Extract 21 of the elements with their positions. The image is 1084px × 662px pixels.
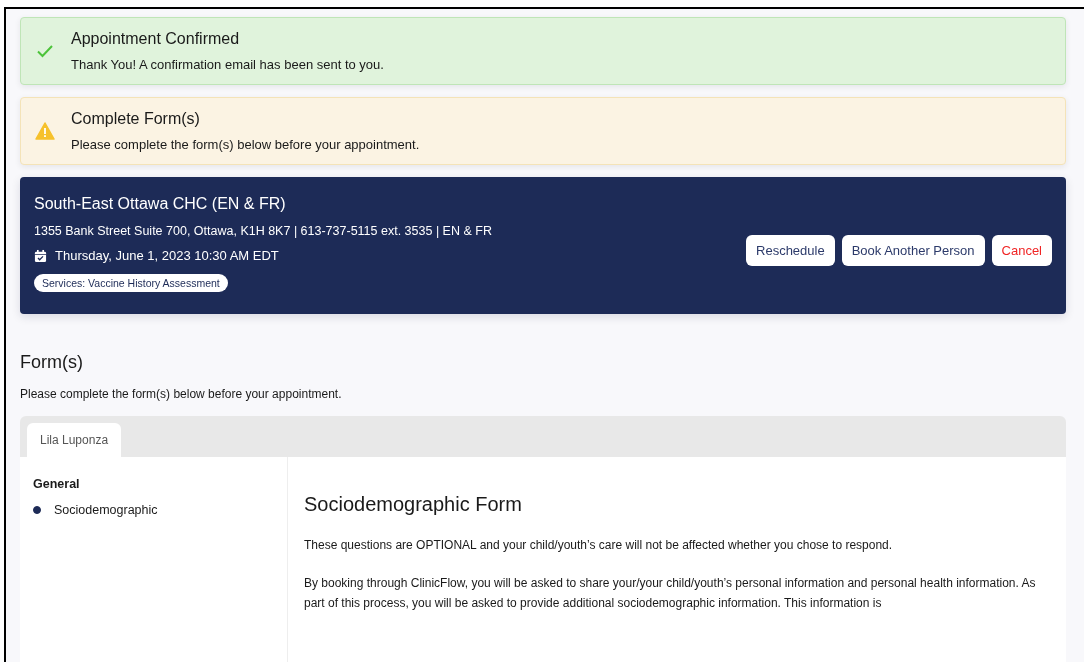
alert-message: Please complete the form(s) below before your appointment.: [71, 137, 420, 152]
alert-title: Appointment Confirmed: [71, 30, 241, 48]
section-heading: Form(s): [20, 352, 84, 373]
form-paragraph: By booking through ClinicFlow, you will be asked to share your/your child/youth’s personal information and personal health information. As part of this process, you will be asked to provide additional sociodemographic information. This information is: [304, 575, 1037, 612]
action-button[interactable]: Reschedule: [746, 235, 835, 266]
warning-icon: [35, 121, 55, 141]
form-title: Sociodemographic Form: [304, 493, 523, 516]
alert-message: Thank You! A confirmation email has been sent to you.: [71, 57, 384, 72]
person-tab[interactable]: Lila Luponza: [27, 423, 122, 457]
services-badge: Services: Vaccine History Assessment: [34, 274, 228, 292]
action-button[interactable]: Book Another Person: [841, 235, 985, 266]
action-button[interactable]: Cancel: [991, 235, 1052, 266]
form-paragraph: These questions are OPTIONAL and your child/youth’s care will not be affected whether you chose to respond.: [304, 537, 894, 554]
section-subtitle: Please complete the form(s) below before your appointment.: [20, 387, 343, 401]
appointment-datetime: Thursday, June 1, 2023 10:30 AM EDT: [55, 248, 279, 263]
calendar-check-icon: [34, 248, 47, 263]
clinic-name: South-East Ottawa CHC (EN & FR): [34, 195, 287, 213]
sidebar-item[interactable]: Sociodemographic: [54, 503, 158, 517]
clinic-address: 1355 Bank Street Suite 700, Ottawa, K1H 8K7 | 613-737-5115 ext. 3535 | EN & FR: [34, 224, 492, 238]
alert-title: Complete Form(s): [71, 110, 201, 128]
sidebar-group-title: General: [33, 477, 81, 491]
